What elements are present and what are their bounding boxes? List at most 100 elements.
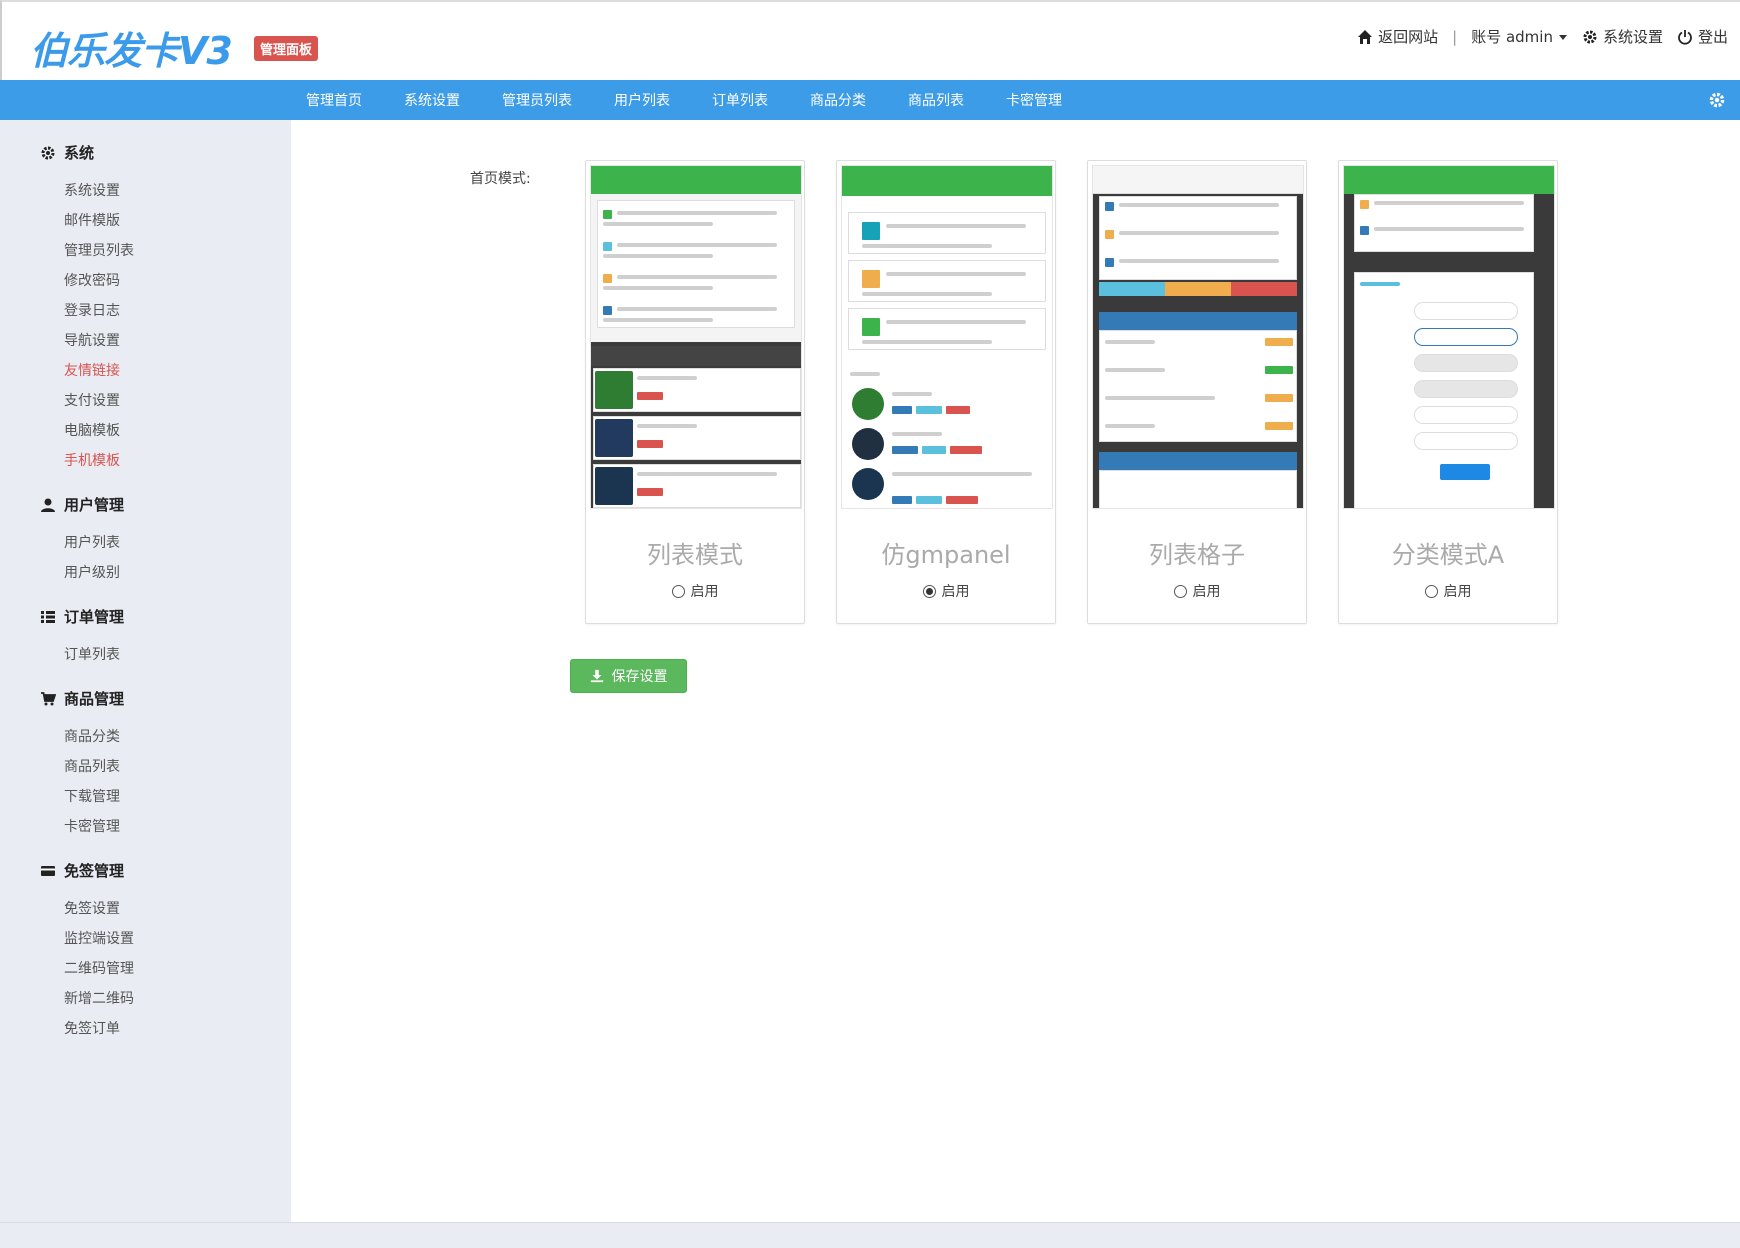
- radio-label: 启用: [941, 584, 970, 600]
- sidebar-item-card-management[interactable]: 卡密管理: [64, 816, 120, 836]
- main-nav: 管理首页 系统设置 管理员列表 用户列表 订单列表 商品分类 商品列表 卡密管理: [0, 80, 1740, 120]
- nav-item-home[interactable]: 管理首页: [306, 90, 362, 110]
- mode-preview-image: [841, 165, 1053, 509]
- sidebar-item-new-qrcode[interactable]: 新增二维码: [64, 988, 134, 1008]
- sidebar-item-product-category[interactable]: 商品分类: [64, 726, 120, 746]
- gear-icon: [1583, 30, 1597, 43]
- mode-preview-image: [1343, 165, 1555, 509]
- radio-button[interactable]: [1173, 584, 1187, 598]
- user-icon: [41, 498, 55, 512]
- sidebar-item-email-template[interactable]: 邮件模版: [64, 210, 120, 230]
- cart-icon: [41, 691, 56, 705]
- caret-down-icon: [1558, 34, 1567, 40]
- sidebar-group-label: 用户管理: [64, 496, 125, 514]
- mode-card-grid-list[interactable]: 列表格子 启用: [1087, 160, 1307, 624]
- sidebar-group-title: 免签管理: [40, 860, 124, 881]
- mode-card-gmpanel[interactable]: 仿gmpanel 启用: [836, 160, 1056, 624]
- sidebar-item-login-log[interactable]: 登录日志: [64, 300, 120, 320]
- site-logo[interactable]: 伯乐发卡V3: [30, 20, 233, 75]
- mode-radio-enable[interactable]: 启用: [1339, 581, 1557, 601]
- top-right-menu: 返回网站 | 账号 admin 系统设置 登出: [1343, 26, 1728, 47]
- radio-button[interactable]: [671, 584, 685, 598]
- power-icon: [1678, 29, 1692, 45]
- mode-card-category-a[interactable]: 分类模式A 启用: [1338, 160, 1558, 624]
- sidebar-group-title: 系统: [40, 142, 94, 163]
- back-site-label: 返回网站: [1378, 28, 1439, 46]
- mode-title: 列表格子: [1149, 541, 1245, 569]
- save-settings-label: 保存设置: [611, 669, 668, 685]
- sidebar-item-system-settings[interactable]: 系统设置: [64, 180, 120, 200]
- mode-title: 分类模式A: [1391, 541, 1505, 569]
- mode-radio-enable[interactable]: 启用: [837, 581, 1055, 601]
- sidebar-item-order-list[interactable]: 订单列表: [64, 644, 120, 664]
- sidebar-item-qrcode-management[interactable]: 二维码管理: [64, 958, 134, 978]
- radio-label: 启用: [690, 584, 719, 600]
- sidebar-item-friend-links[interactable]: 友情链接: [64, 360, 120, 380]
- credit-card-icon: [41, 865, 55, 876]
- sidebar-item-free-sign-settings[interactable]: 免签设置: [64, 898, 120, 918]
- admin-panel-badge: 管理面板: [254, 36, 319, 61]
- account-label: 账号 admin: [1471, 28, 1553, 46]
- sidebar-group-title: 用户管理: [40, 494, 124, 515]
- nav-item-admin-list[interactable]: 管理员列表: [502, 90, 572, 110]
- logout-label: 登出: [1697, 28, 1728, 46]
- logout-link[interactable]: 登出: [1677, 26, 1728, 47]
- sidebar-group-user-management[interactable]: 用户管理: [40, 494, 124, 515]
- account-dropdown[interactable]: 账号 admin: [1471, 26, 1568, 47]
- sidebar-group-label: 商品管理: [64, 690, 125, 708]
- radio-button[interactable]: [1424, 584, 1438, 598]
- sidebar-group-product-management[interactable]: 商品管理: [40, 688, 124, 709]
- sidebar-item-nav-settings[interactable]: 导航设置: [64, 330, 120, 350]
- sidebar-item-product-list[interactable]: 商品列表: [64, 756, 120, 776]
- sidebar-item-user-list[interactable]: 用户列表: [64, 532, 120, 552]
- radio-label: 启用: [1443, 584, 1472, 600]
- sidebar-item-payment-settings[interactable]: 支付设置: [64, 390, 120, 410]
- nav-item-user-list[interactable]: 用户列表: [614, 90, 670, 110]
- sidebar-item-change-password[interactable]: 修改密码: [64, 270, 120, 290]
- sidebar-item-download-management[interactable]: 下载管理: [64, 786, 120, 806]
- mode-card-list[interactable]: 列表模式 启用: [585, 160, 805, 624]
- sidebar-item-monitor-settings[interactable]: 监控端设置: [64, 928, 134, 948]
- system-settings-link[interactable]: 系统设置: [1582, 26, 1663, 47]
- homepage-mode-label: 首页模式:: [470, 171, 531, 187]
- sidebar-group-label: 订单管理: [64, 608, 125, 626]
- download-icon: [590, 669, 603, 683]
- sidebar: 系统 系统设置 邮件模版 管理员列表 修改密码 登录日志 导航设置 友情链接 支…: [0, 120, 291, 1222]
- sidebar-item-pc-template[interactable]: 电脑模板: [64, 420, 120, 440]
- sidebar-group-system[interactable]: 系统: [40, 142, 94, 163]
- sidebar-item-mobile-template[interactable]: 手机模板: [64, 450, 120, 470]
- sidebar-group-label: 免签管理: [64, 862, 125, 880]
- sidebar-group-order-management[interactable]: 订单管理: [40, 606, 124, 627]
- mode-preview-image: [1092, 165, 1304, 509]
- nav-item-card-management[interactable]: 卡密管理: [1006, 90, 1062, 110]
- mode-preview-image: [590, 165, 802, 509]
- gear-icon: [41, 146, 55, 159]
- sidebar-group-title: 订单管理: [40, 606, 124, 627]
- radio-label: 启用: [1192, 584, 1221, 600]
- menu-separator: |: [1452, 27, 1458, 46]
- sidebar-item-free-sign-orders[interactable]: 免签订单: [64, 1018, 120, 1038]
- nav-item-product-list[interactable]: 商品列表: [908, 90, 964, 110]
- system-settings-label: 系统设置: [1602, 28, 1663, 46]
- sidebar-item-user-level[interactable]: 用户级别: [64, 562, 120, 582]
- nav-item-system-settings[interactable]: 系统设置: [404, 90, 460, 110]
- radio-button[interactable]: [922, 584, 936, 598]
- home-icon: [1358, 29, 1373, 44]
- mode-radio-enable[interactable]: 启用: [1088, 581, 1306, 601]
- nav-item-product-category[interactable]: 商品分类: [810, 90, 866, 110]
- nav-gear-icon[interactable]: [1708, 91, 1726, 109]
- mode-title: 仿gmpanel: [881, 541, 1011, 569]
- footer-bar: [0, 1222, 1740, 1248]
- mode-title: 列表模式: [647, 541, 743, 569]
- sidebar-group-free-sign-management[interactable]: 免签管理: [40, 860, 124, 881]
- save-settings-button[interactable]: 保存设置: [570, 659, 687, 693]
- top-header: 伯乐发卡V3 管理面板 返回网站 | 账号 admin 系统设置 登出: [0, 0, 1740, 80]
- sidebar-item-admin-list[interactable]: 管理员列表: [64, 240, 134, 260]
- nav-items: 管理首页 系统设置 管理员列表 用户列表 订单列表 商品分类 商品列表 卡密管理: [306, 80, 1104, 120]
- mode-radio-enable[interactable]: 启用: [586, 581, 804, 601]
- sidebar-group-label: 系统: [64, 144, 95, 162]
- back-site-link[interactable]: 返回网站: [1357, 26, 1438, 47]
- sidebar-group-title: 商品管理: [40, 688, 124, 709]
- list-icon: [41, 610, 55, 623]
- nav-item-order-list[interactable]: 订单列表: [712, 90, 768, 110]
